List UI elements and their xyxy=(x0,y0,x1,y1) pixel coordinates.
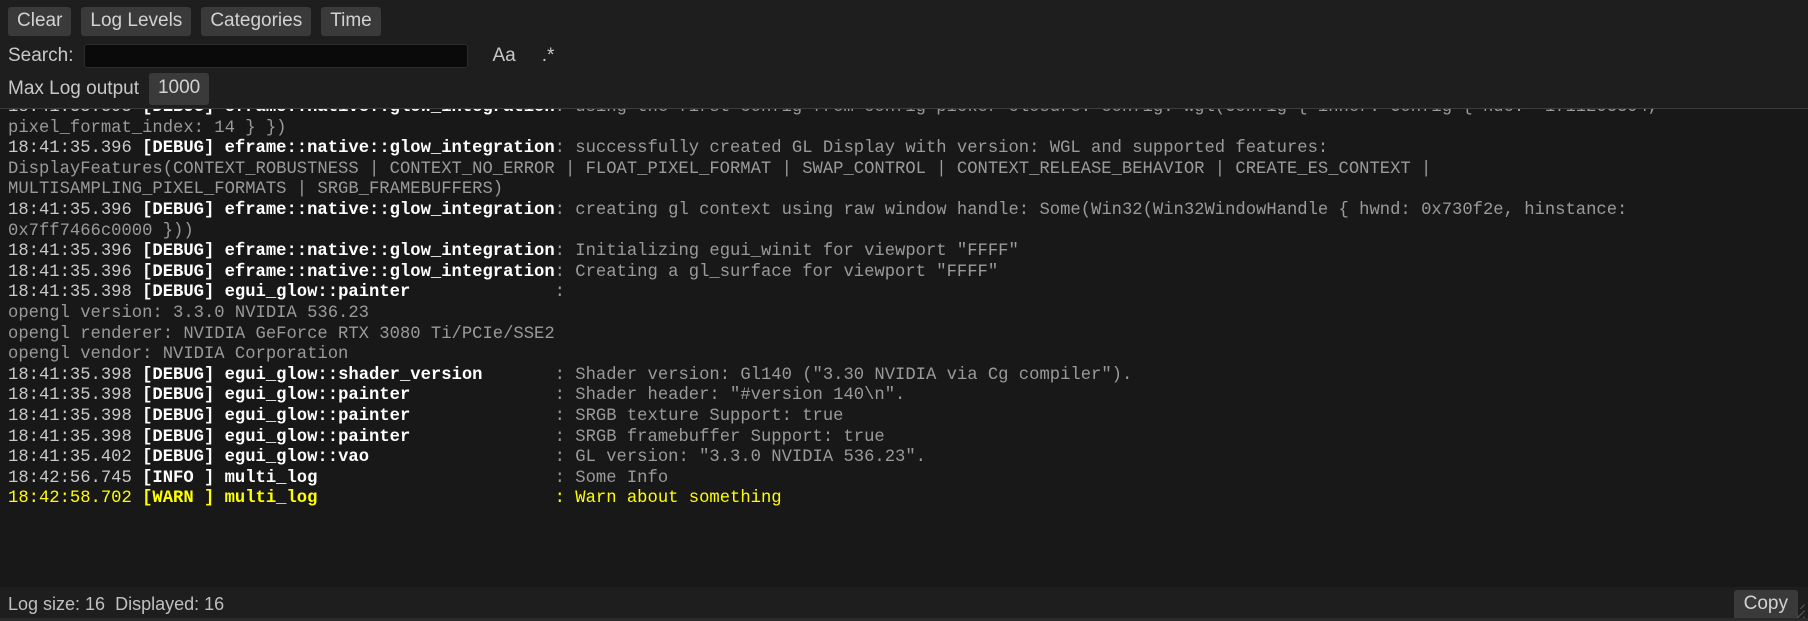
log-timestamp: 18:41:35.396 xyxy=(8,262,143,282)
log-timestamp: 18:41:35.402 xyxy=(8,448,143,468)
log-line: opengl vendor: NVIDIA Corporation xyxy=(8,345,349,365)
log-level: [DEBUG] xyxy=(142,386,225,406)
log-line: opengl version: 3.3.0 NVIDIA 536.23 xyxy=(8,303,369,323)
log-line: 18:41:35.398 [DEBUG] egui_glow::painter … xyxy=(8,283,1808,304)
log-line: 18:41:35.396 [DEBUG] eframe::native::glo… xyxy=(8,139,1808,160)
status-bar: Log size: 16 Displayed: 16 Copy xyxy=(0,587,1808,621)
log-message: : Shader header: "#version 140\n". xyxy=(554,386,906,406)
log-target: multi_log xyxy=(224,489,555,509)
log-level: [DEBUG] xyxy=(142,365,225,385)
log-timestamp: 18:41:35.398 xyxy=(8,283,143,303)
log-message: : Shader version: Gl140 ("3.30 NVIDIA vi… xyxy=(554,365,1133,385)
categories-button[interactable]: Categories xyxy=(201,6,312,36)
max-log-output-label: Max Log output xyxy=(8,78,139,99)
log-line: 18:41:35.402 [DEBUG] egui_glow::vao : GL… xyxy=(8,448,1808,469)
log-target: eframe::native::glow_integration xyxy=(224,242,555,262)
log-output-area[interactable]: 18:41:35.395 [DEBUG] eframe::native::glo… xyxy=(0,109,1808,587)
log-timestamp: 18:41:35.396 xyxy=(8,139,143,159)
log-level: [DEBUG] xyxy=(142,139,225,159)
log-target: eframe::native::glow_integration xyxy=(224,262,555,282)
log-level: [DEBUG] xyxy=(142,406,225,426)
log-line: 18:41:35.395 [DEBUG] eframe::native::glo… xyxy=(8,109,1808,119)
log-level: [DEBUG] xyxy=(142,109,225,117)
log-target: egui_glow::painter xyxy=(224,406,555,426)
log-message: : Some Info xyxy=(554,468,669,488)
log-timestamp: 18:42:58.702 xyxy=(8,489,143,509)
log-levels-button[interactable]: Log Levels xyxy=(81,6,192,36)
log-target: eframe::native::glow_integration xyxy=(225,109,555,117)
max-log-output-row: Max Log output 1000 xyxy=(8,73,1800,105)
max-log-output-input[interactable]: 1000 xyxy=(148,73,210,105)
search-input[interactable] xyxy=(84,44,469,68)
search-row: Search: Aa .* xyxy=(8,40,1800,72)
log-line: pixel_format_index: 14 } }) xyxy=(8,118,287,138)
log-message: : xyxy=(554,283,576,303)
log-level: [INFO ] xyxy=(142,468,225,488)
log-target: egui_glow::vao xyxy=(224,448,555,468)
log-message: : Creating a gl_surface for viewport "FF… xyxy=(554,262,999,282)
log-line: 18:41:35.398 [DEBUG] egui_glow::painter … xyxy=(8,407,1808,428)
log-level: [DEBUG] xyxy=(142,262,225,282)
case-sensitive-toggle[interactable]: Aa xyxy=(486,43,521,69)
log-target: multi_log xyxy=(224,468,555,488)
log-line: 18:41:35.398 [DEBUG] egui_glow::painter … xyxy=(8,428,1808,449)
log-line: MULTISAMPLING_PIXEL_FORMATS | SRGB_FRAME… xyxy=(8,180,504,200)
log-level: [DEBUG] xyxy=(142,427,225,447)
log-timestamp: 18:41:35.398 xyxy=(8,427,143,447)
log-target: egui_glow::painter xyxy=(224,283,555,303)
log-timestamp: 18:41:35.398 xyxy=(8,386,143,406)
log-timestamp: 18:41:35.398 xyxy=(8,406,143,426)
log-line: 18:41:35.398 [DEBUG] egui_glow::shader_v… xyxy=(8,366,1808,387)
log-line: DisplayFeatures(CONTEXT_ROBUSTNESS | CON… xyxy=(8,159,1432,179)
log-target: eframe::native::glow_integration xyxy=(224,200,555,220)
log-target: egui_glow::painter xyxy=(224,427,555,447)
clear-button[interactable]: Clear xyxy=(8,6,72,36)
search-label: Search: xyxy=(8,45,74,66)
log-line: 18:41:35.396 [DEBUG] eframe::native::glo… xyxy=(8,263,1808,284)
log-message: : successfully created GL Display with v… xyxy=(554,139,1329,159)
log-level: [DEBUG] xyxy=(142,448,225,468)
log-level: [DEBUG] xyxy=(142,283,225,303)
log-line: 18:41:35.396 [DEBUG] eframe::native::glo… xyxy=(8,201,1808,222)
log-scroll-container[interactable]: 18:41:35.395 [DEBUG] eframe::native::glo… xyxy=(8,109,1808,587)
log-timestamp: 18:41:35.395 xyxy=(8,109,142,117)
log-timestamp: 18:41:35.398 xyxy=(8,365,143,385)
log-level: [WARN ] xyxy=(142,489,225,509)
log-line: 18:41:35.398 [DEBUG] egui_glow::painter … xyxy=(8,386,1808,407)
log-target: eframe::native::glow_integration xyxy=(224,139,555,159)
log-message: : SRGB texture Support: true xyxy=(554,406,844,426)
log-timestamp: 18:41:35.396 xyxy=(8,200,143,220)
log-line: opengl renderer: NVIDIA GeForce RTX 3080… xyxy=(8,324,555,344)
log-level: [DEBUG] xyxy=(142,200,225,220)
log-level: [DEBUG] xyxy=(142,242,225,262)
log-timestamp: 18:41:35.396 xyxy=(8,242,143,262)
log-line: 18:41:35.396 [DEBUG] eframe::native::glo… xyxy=(8,242,1808,263)
toolbar-button-row: Clear Log Levels Categories Time xyxy=(8,6,1800,36)
time-button[interactable]: Time xyxy=(321,6,381,36)
log-message: : using the first config from config pic… xyxy=(555,109,1659,117)
log-line: 18:42:56.745 [INFO ] multi_log : Some In… xyxy=(8,469,1808,490)
toolbar: Clear Log Levels Categories Time Search:… xyxy=(0,0,1808,105)
log-size-status: Log size: 16 Displayed: 16 xyxy=(8,593,225,614)
log-line: 0x7ff7466c0000 })) xyxy=(8,221,194,241)
log-message: : Initializing egui_winit for viewport "… xyxy=(554,242,1019,262)
log-viewer-window: Clear Log Levels Categories Time Search:… xyxy=(0,0,1808,621)
log-message: : SRGB framebuffer Support: true xyxy=(554,427,885,447)
regex-toggle[interactable]: .* xyxy=(536,43,561,69)
log-message: : Warn about something xyxy=(554,489,782,509)
log-message: : creating gl context using raw window h… xyxy=(554,200,1628,220)
log-message: : GL version: "3.3.0 NVIDIA 536.23". xyxy=(554,448,926,468)
log-target: egui_glow::shader_version xyxy=(224,365,555,385)
log-timestamp: 18:42:56.745 xyxy=(8,468,143,488)
log-target: egui_glow::painter xyxy=(224,386,555,406)
log-line: 18:42:58.702 [WARN ] multi_log : Warn ab… xyxy=(8,489,1808,510)
